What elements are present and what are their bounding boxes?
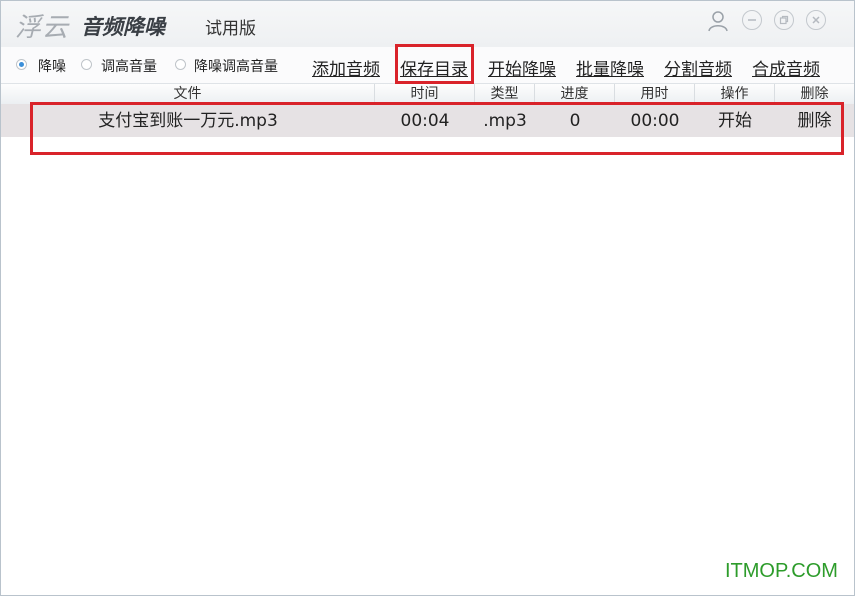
merge-audio-button[interactable]: 合成音频: [752, 55, 820, 80]
user-icon[interactable]: [707, 10, 729, 32]
start-denoise-button[interactable]: 开始降噪: [488, 55, 556, 80]
mode-label-denoise[interactable]: 降噪: [38, 56, 66, 76]
duration-cell: 00:04: [400, 111, 450, 131]
column-header-type[interactable]: 类型: [475, 84, 535, 104]
app-logo-name: 音频降噪: [81, 15, 165, 39]
elapsed-cell: 00:00: [630, 111, 680, 131]
mode-label-volume-up[interactable]: 调高音量: [101, 56, 157, 76]
edition-label: 试用版: [205, 19, 256, 39]
column-header-elapsed[interactable]: 用时: [615, 84, 695, 104]
minimize-icon[interactable]: [742, 10, 762, 30]
close-icon[interactable]: [806, 10, 826, 30]
column-header-duration[interactable]: 时间: [375, 84, 475, 104]
start-row-button[interactable]: 开始: [695, 104, 775, 137]
file-name-cell: 支付宝到账一万元.mp3: [98, 111, 278, 131]
type-cell: .mp3: [483, 111, 527, 131]
mode-label-denoise-volume-up[interactable]: 降噪调高音量: [194, 56, 278, 76]
restore-icon[interactable]: [774, 10, 794, 30]
mode-radio-denoise[interactable]: [16, 59, 27, 70]
column-header-file[interactable]: 文件: [1, 84, 375, 104]
title-bar: 浮云 音频降噪 试用版: [1, 1, 854, 47]
table-row[interactable]: 支付宝到账一万元.mp3 00:04 .mp3 0 00:00 开始 删除: [1, 104, 854, 137]
add-audio-button[interactable]: 添加音频: [312, 55, 380, 80]
column-header-action[interactable]: 操作: [695, 84, 775, 104]
mode-radio-denoise-volume-up[interactable]: [175, 59, 186, 70]
toolbar: 降噪 调高音量 降噪调高音量 添加音频 保存目录 开始降噪 批量降噪 分割音频 …: [1, 47, 854, 83]
mode-radio-volume-up[interactable]: [81, 59, 92, 70]
save-directory-button[interactable]: 保存目录: [400, 55, 468, 80]
batch-denoise-button[interactable]: 批量降噪: [576, 55, 644, 80]
column-header-progress[interactable]: 进度: [535, 84, 615, 104]
progress-cell: 0: [569, 111, 581, 131]
table-header: 文件 时间 类型 进度 用时 操作 删除: [1, 83, 854, 105]
delete-row-button[interactable]: 删除: [775, 104, 854, 137]
app-window: 浮云 音频降噪 试用版 降噪 调高音量 降噪调高音量 添加音频 保存目录 开始降…: [0, 0, 855, 596]
app-logo-brand: 浮云: [15, 13, 70, 43]
watermark: ITMOP.COM: [725, 560, 838, 582]
column-header-delete[interactable]: 删除: [775, 84, 854, 104]
split-audio-button[interactable]: 分割音频: [664, 55, 732, 80]
